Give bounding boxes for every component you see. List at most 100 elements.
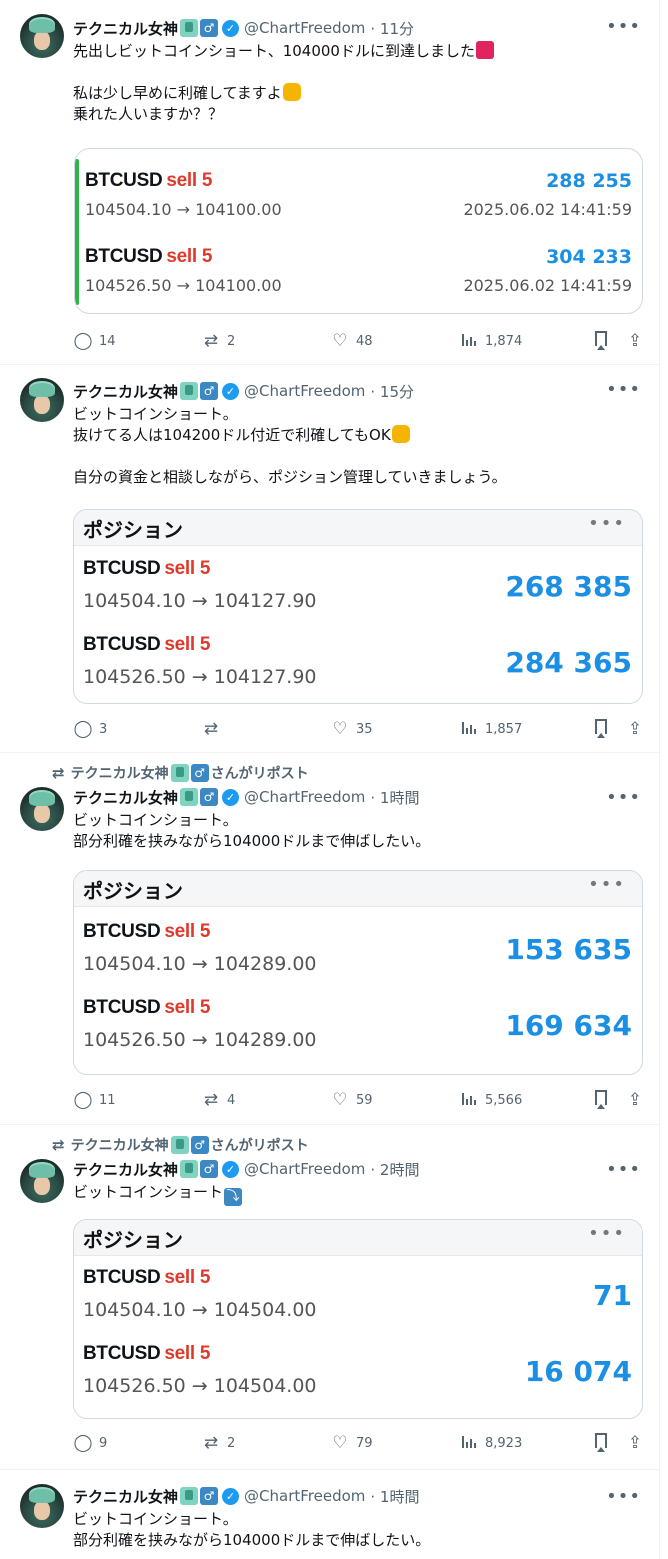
position-row: BTCUSD sell 5 104504.10 → 104504.00 71 — [83, 1267, 632, 1337]
tweet-header: テクニカル女神 ♂ ✓ @ChartFreedom · 2時間 — [73, 1159, 643, 1179]
avatar[interactable] — [20, 14, 64, 58]
bookmark-button[interactable] — [595, 331, 607, 350]
symbol: BTCUSD sell 5 — [83, 921, 211, 942]
reply-button[interactable]: ◯ 14 — [73, 331, 116, 351]
price-route: 104504.10 → 104100.00 — [85, 200, 282, 219]
tweet-text: 先出しビットコインショート、104000ドルに到達しました 私は少し早めに利確し… — [73, 41, 643, 125]
avatar[interactable] — [20, 378, 64, 422]
repost-button[interactable]: ⇄ 2 — [201, 331, 235, 351]
more-icon[interactable]: ••• — [588, 874, 626, 895]
reply-button[interactable]: ◯ 11 — [73, 1090, 115, 1110]
views-button[interactable]: 8,923 — [459, 1433, 522, 1453]
views-icon — [459, 719, 479, 739]
position-card[interactable]: ポジション ••• BTCUSD sell 5 104504.10 → 10450… — [73, 1219, 643, 1419]
position-title: ポジション — [83, 1228, 183, 1252]
position-title: ポジション — [83, 879, 183, 903]
thumbs-up-icon — [391, 425, 410, 443]
heart-icon: ♡ — [332, 331, 348, 351]
timestamp[interactable]: · 1時間 — [370, 1486, 419, 1507]
author-name[interactable]: テクニカル女神 — [73, 1159, 178, 1180]
male-sign-icon: ♂ — [200, 1160, 219, 1178]
more-icon[interactable]: ••• — [588, 1223, 626, 1244]
view-count: 1,874 — [485, 333, 523, 349]
reply-icon: ◯ — [73, 1433, 93, 1453]
male-sign-icon: ♂ — [190, 1136, 209, 1154]
side: sell 5 — [164, 1343, 211, 1364]
repost-suffix: さんがリポスト — [210, 766, 309, 782]
share-button[interactable]: ⇪ — [625, 1433, 645, 1453]
bookmark-icon — [595, 719, 607, 738]
share-button[interactable]: ⇪ — [625, 331, 645, 351]
author-handle[interactable]: @ChartFreedom — [244, 788, 365, 806]
trade-card[interactable]: BTCUSD sell 5 288 255 104504.10 → 104100.… — [74, 148, 643, 314]
tweet[interactable]: ⇄ テクニカル女神 ♂ さんがリポスト ••• テクニカル女神 ♂ ✓ @Cha… — [0, 753, 659, 1125]
bookmark-button[interactable] — [595, 1090, 607, 1109]
reply-count: 14 — [99, 333, 116, 349]
share-button[interactable]: ⇪ — [625, 1090, 645, 1110]
text-line: 乗れた人いますか？？ — [73, 105, 224, 123]
repost-button[interactable]: ⇄ 2 — [201, 1433, 235, 1453]
tweet-text: ビットコインショート。 部分利確を挟みながら104000ドルまで伸ばしたい。 — [73, 810, 643, 852]
tweet[interactable]: ⇄ テクニカル女神 ♂ さんがリポスト ••• テクニカル女神 ♂ ✓ @Cha… — [0, 1125, 659, 1470]
author-handle[interactable]: @ChartFreedom — [244, 19, 365, 37]
author-name[interactable]: テクニカル女神 — [73, 18, 178, 39]
trade-row: BTCUSD sell 5 304 233 104526.50 → 104100.… — [85, 246, 632, 306]
position-card[interactable]: ポジション ••• BTCUSD sell 5 104504.10 → 10412… — [73, 509, 643, 704]
views-button[interactable]: 5,566 — [459, 1090, 522, 1110]
timestamp[interactable]: · 1時間 — [370, 787, 419, 808]
timestamp[interactable]: · 2時間 — [370, 1159, 419, 1180]
bookmark-icon — [595, 1433, 607, 1452]
avatar[interactable] — [20, 1484, 64, 1528]
repost-button[interactable]: ⇄ — [201, 719, 227, 739]
reposter-name: テクニカル女神 — [70, 766, 169, 782]
author-name[interactable]: テクニカル女神 — [73, 787, 178, 808]
share-icon: ⇪ — [627, 719, 643, 739]
tweet[interactable]: ••• テクニカル女神 ♂ ✓ @ChartFreedom · 15分 ビットコ… — [0, 365, 659, 753]
timestamp[interactable]: · 15分 — [370, 381, 414, 402]
repost-indicator[interactable]: ⇄ テクニカル女神 ♂ さんがリポスト — [52, 1135, 309, 1155]
tweet[interactable]: ••• テクニカル女神 ♂ ✓ @ChartFreedom · 11分 先出しビ… — [0, 0, 659, 365]
avatar[interactable] — [20, 1159, 64, 1203]
reply-button[interactable]: ◯ 3 — [73, 719, 107, 739]
like-button[interactable]: ♡ 79 — [330, 1433, 372, 1453]
like-button[interactable]: ♡ 59 — [330, 1090, 372, 1110]
share-button[interactable]: ⇪ — [625, 719, 645, 739]
bookmark-button[interactable] — [595, 719, 607, 738]
author-name[interactable]: テクニカル女神 — [73, 381, 178, 402]
repost-button[interactable]: ⇄ 4 — [201, 1090, 235, 1110]
symbol: BTCUSD sell 5 — [83, 997, 211, 1018]
author-handle[interactable]: @ChartFreedom — [244, 382, 365, 400]
text-line: ビットコインショート。 — [73, 811, 238, 829]
text-line: ビットコインショート。 — [73, 405, 238, 423]
author-handle[interactable]: @ChartFreedom — [244, 1160, 365, 1178]
tweet[interactable]: ••• テクニカル女神 ♂ ✓ @ChartFreedom · 1時間 ビットコ… — [0, 1470, 659, 1559]
position-card[interactable]: ポジション ••• BTCUSD sell 5 104504.10 → 10428… — [73, 870, 643, 1075]
reply-button[interactable]: ◯ 9 — [73, 1433, 107, 1453]
reply-icon: ◯ — [73, 719, 93, 739]
symbol: BTCUSD sell 5 — [83, 1343, 211, 1364]
tweet-text: ビットコインショート。 部分利確を挟みながら104000ドルまで伸ばしたい。 — [73, 1509, 643, 1551]
text-line: 部分利確を挟みながら104000ドルまで伸ばしたい。 — [73, 832, 431, 850]
views-button[interactable]: 1,857 — [459, 719, 522, 739]
author-handle[interactable]: @ChartFreedom — [244, 1487, 365, 1505]
thumbs-up-icon — [282, 83, 301, 101]
repost-icon: ⇄ — [203, 719, 219, 739]
bookmark-icon — [595, 331, 607, 350]
avatar[interactable] — [20, 787, 64, 831]
position-card-header: ポジション ••• — [74, 1220, 642, 1256]
price-route: 104526.50 → 104100.00 — [85, 276, 282, 295]
bookmark-button[interactable] — [595, 1433, 607, 1452]
views-button[interactable]: 1,874 — [459, 331, 522, 351]
timestamp[interactable]: · 11分 — [370, 18, 414, 39]
like-button[interactable]: ♡ 35 — [330, 719, 372, 739]
male-sign-icon: ♂ — [190, 764, 209, 782]
author-name[interactable]: テクニカル女神 — [73, 1486, 178, 1507]
share-icon: ⇪ — [627, 1433, 643, 1453]
repost-indicator[interactable]: ⇄ テクニカル女神 ♂ さんがリポスト — [52, 763, 309, 783]
more-icon[interactable]: ••• — [588, 513, 626, 534]
views-icon — [459, 331, 479, 351]
reply-count: 3 — [99, 721, 108, 737]
like-button[interactable]: ♡ 48 — [330, 331, 372, 351]
verified-badge-icon: ✓ — [222, 382, 240, 400]
tweet-header: テクニカル女神 ♂ ✓ @ChartFreedom · 11分 — [73, 18, 643, 38]
